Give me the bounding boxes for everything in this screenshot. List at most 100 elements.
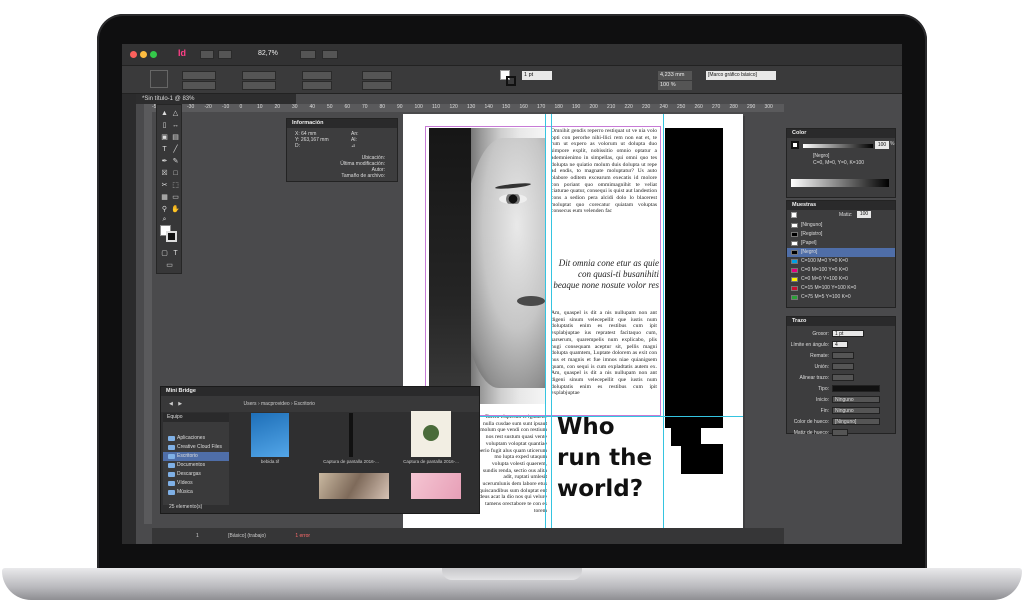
swatch-row[interactable]: [Ninguno] (787, 221, 895, 230)
black-rectangle-lower[interactable] (681, 444, 723, 474)
tint-value[interactable]: 100 (857, 211, 871, 218)
reference-point-icon[interactable] (150, 70, 168, 88)
y-field[interactable] (182, 81, 216, 90)
screen-mode-button[interactable] (300, 50, 316, 59)
content-placer-icon[interactable]: ▤ (171, 133, 180, 142)
color-ramp[interactable] (791, 179, 889, 187)
type-tool-icon[interactable]: T (160, 145, 169, 154)
black-rectangle-small[interactable] (671, 420, 701, 446)
thumbnail-screenshot-1[interactable] (349, 413, 353, 457)
page-number[interactable]: 1 (196, 533, 199, 539)
line-tool-icon[interactable]: ╱ (171, 145, 180, 154)
sidebar-folder-item[interactable]: Vídeos (163, 479, 229, 488)
percent-value[interactable]: 100 % (658, 81, 692, 90)
swatch-row[interactable]: C=0 M=100 Y=0 K=0 (787, 266, 895, 275)
cap-buttons[interactable] (832, 352, 854, 360)
scissors-tool-icon[interactable]: ✂ (160, 181, 169, 190)
hand-tool-icon[interactable]: ✋ (171, 205, 180, 214)
sidebar-folder-item[interactable]: Documentos (163, 461, 229, 470)
sidebar-folder-item[interactable]: Aplicaciones (163, 434, 229, 443)
headline[interactable]: Who run the world? (557, 412, 652, 505)
screen-mode-icon[interactable]: ▭ (165, 261, 174, 270)
pen-tool-icon[interactable]: ✒ (160, 157, 169, 166)
page-tool-icon[interactable]: ▯ (160, 121, 169, 130)
minimize-window-icon[interactable] (140, 51, 147, 58)
pencil-tool-icon[interactable]: ✎ (171, 157, 180, 166)
gap-tint-input[interactable] (832, 429, 848, 437)
height-field[interactable] (242, 81, 276, 90)
type-dropdown[interactable] (832, 385, 880, 393)
body-text-lower[interactable]: Tarem elsperum et ignatene nulla cusdae … (477, 414, 547, 514)
formatting-text-icon[interactable]: T (171, 249, 180, 258)
width-field[interactable] (242, 71, 276, 80)
thumbnail-photo[interactable] (319, 473, 389, 499)
scale-y-field[interactable] (302, 81, 332, 90)
note-tool-icon[interactable]: ▭ (171, 193, 180, 202)
sidebar-folder-item[interactable]: Escritorio (163, 452, 229, 461)
eyedropper-tool-icon[interactable]: ⚲ (160, 205, 169, 214)
thumbnail-pink[interactable] (411, 473, 461, 499)
breadcrumb-item[interactable]: macprovideo (261, 401, 290, 407)
swatch-color-icon (791, 241, 798, 246)
close-window-icon[interactable] (130, 51, 137, 58)
swatch-row[interactable]: [Registro] (787, 230, 895, 239)
zoom-tool-icon[interactable]: ⌕ (160, 215, 169, 224)
document-tab[interactable]: *Sin título-1 @ 83% (136, 94, 296, 104)
swatch-row[interactable]: C=100 M=0 Y=0 K=0 (787, 257, 895, 266)
free-transform-tool-icon[interactable]: ⬚ (171, 181, 180, 190)
align-buttons[interactable] (832, 374, 854, 382)
color-value[interactable]: 100 (875, 141, 889, 149)
object-style-dropdown[interactable]: [Marco gráfico básico] (706, 71, 776, 80)
arrange-documents-button[interactable] (322, 50, 338, 59)
stroke-weight-field[interactable]: 1 pt (522, 71, 552, 80)
bridge-button[interactable] (200, 50, 214, 59)
sidebar-folder-item[interactable]: Música (163, 488, 229, 497)
formatting-container-icon[interactable]: ▢ (160, 249, 169, 258)
align-label: Alinear trazo: (799, 375, 829, 381)
swatch-row[interactable]: [Negro] (787, 248, 895, 257)
folder-icon (168, 445, 175, 450)
gap-tool-icon[interactable]: ↔ (171, 121, 180, 130)
tint-slider[interactable] (803, 144, 873, 148)
error-status[interactable]: 1 error (295, 533, 310, 539)
x-field[interactable] (182, 71, 216, 80)
shear-field[interactable] (362, 81, 392, 90)
color-stroke-icon[interactable] (791, 141, 799, 149)
stroke-swatch[interactable] (506, 76, 516, 86)
thumbnail-bebida[interactable] (251, 413, 289, 457)
scale-x-field[interactable] (302, 71, 332, 80)
start-dropdown[interactable]: Ninguno (832, 396, 880, 404)
breadcrumb-item[interactable]: Users (244, 401, 257, 407)
view-options-button[interactable] (218, 50, 232, 59)
black-rectangle[interactable] (665, 128, 723, 428)
breadcrumb-item[interactable]: Escritorio (294, 401, 315, 407)
gradient-tool-icon[interactable]: ▦ (160, 193, 169, 202)
direct-selection-tool-icon[interactable]: △ (171, 109, 180, 118)
join-label: Unión: (814, 364, 829, 370)
swatch-row[interactable]: C=15 M=100 Y=100 K=0 (787, 284, 895, 293)
rectangle-frame-tool-icon[interactable]: ☒ (160, 169, 169, 178)
swatch-fill-icon[interactable] (791, 212, 797, 218)
stroke-color-icon[interactable] (166, 231, 177, 242)
join-buttons[interactable] (832, 363, 854, 371)
zoom-level[interactable]: 82,7% (258, 50, 278, 57)
swatch-row[interactable]: [Papel] (787, 239, 895, 248)
swatch-row[interactable]: C=0 M=0 Y=100 K=0 (787, 275, 895, 284)
preflight-profile[interactable]: [Básico] (trabajo) (228, 533, 266, 539)
rectangle-tool-icon[interactable]: □ (171, 169, 180, 178)
rotate-field[interactable] (362, 71, 392, 80)
content-collector-icon[interactable]: ▣ (160, 133, 169, 142)
zoom-window-icon[interactable] (150, 51, 157, 58)
forward-icon[interactable]: ▶ (178, 401, 182, 407)
thumbnail-screenshot-2[interactable] (411, 411, 451, 457)
back-icon[interactable]: ◀ (169, 401, 173, 407)
end-dropdown[interactable]: Ninguno (832, 407, 880, 415)
stroke-weight-input[interactable]: 1 pt (832, 330, 864, 338)
selection-tool-icon[interactable]: ▲ (160, 109, 169, 118)
swatch-row[interactable]: C=75 M=5 Y=100 K=0 (787, 293, 895, 302)
sidebar-folder-item[interactable]: Creative Cloud Files (163, 443, 229, 452)
miter-input[interactable]: 4 (832, 341, 848, 349)
gap-color-dropdown[interactable]: [Ninguno] (832, 418, 880, 426)
sidebar-folder-item[interactable]: Descargas (163, 470, 229, 479)
width-value[interactable]: 4,233 mm (658, 71, 692, 80)
